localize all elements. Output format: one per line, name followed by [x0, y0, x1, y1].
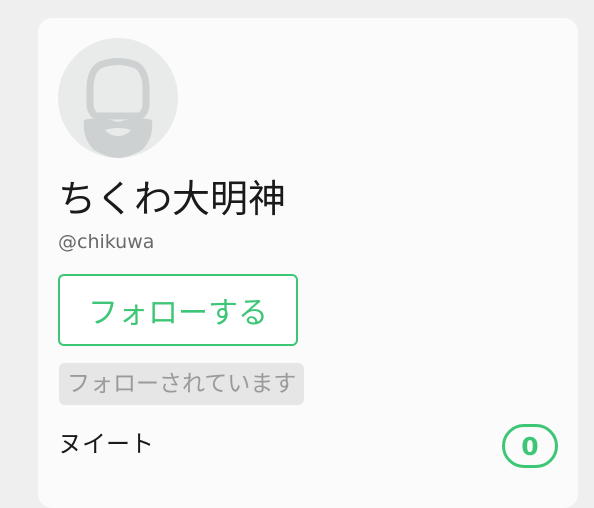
avatar[interactable] — [58, 38, 178, 158]
default-user-avatar-icon — [83, 58, 153, 158]
profile-card: ちくわ大明神 @chikuwa フォローする フォローされています ヌイート 0 — [38, 18, 578, 508]
follows-you-badge: フォローされています — [59, 363, 305, 405]
tweets-label[interactable]: ヌイート — [58, 428, 154, 460]
display-name: ちくわ大明神 — [58, 177, 287, 221]
follow-button[interactable]: フォローする — [58, 274, 298, 346]
username: @chikuwa — [58, 231, 155, 253]
tweets-count-badge[interactable]: 0 — [502, 424, 558, 468]
